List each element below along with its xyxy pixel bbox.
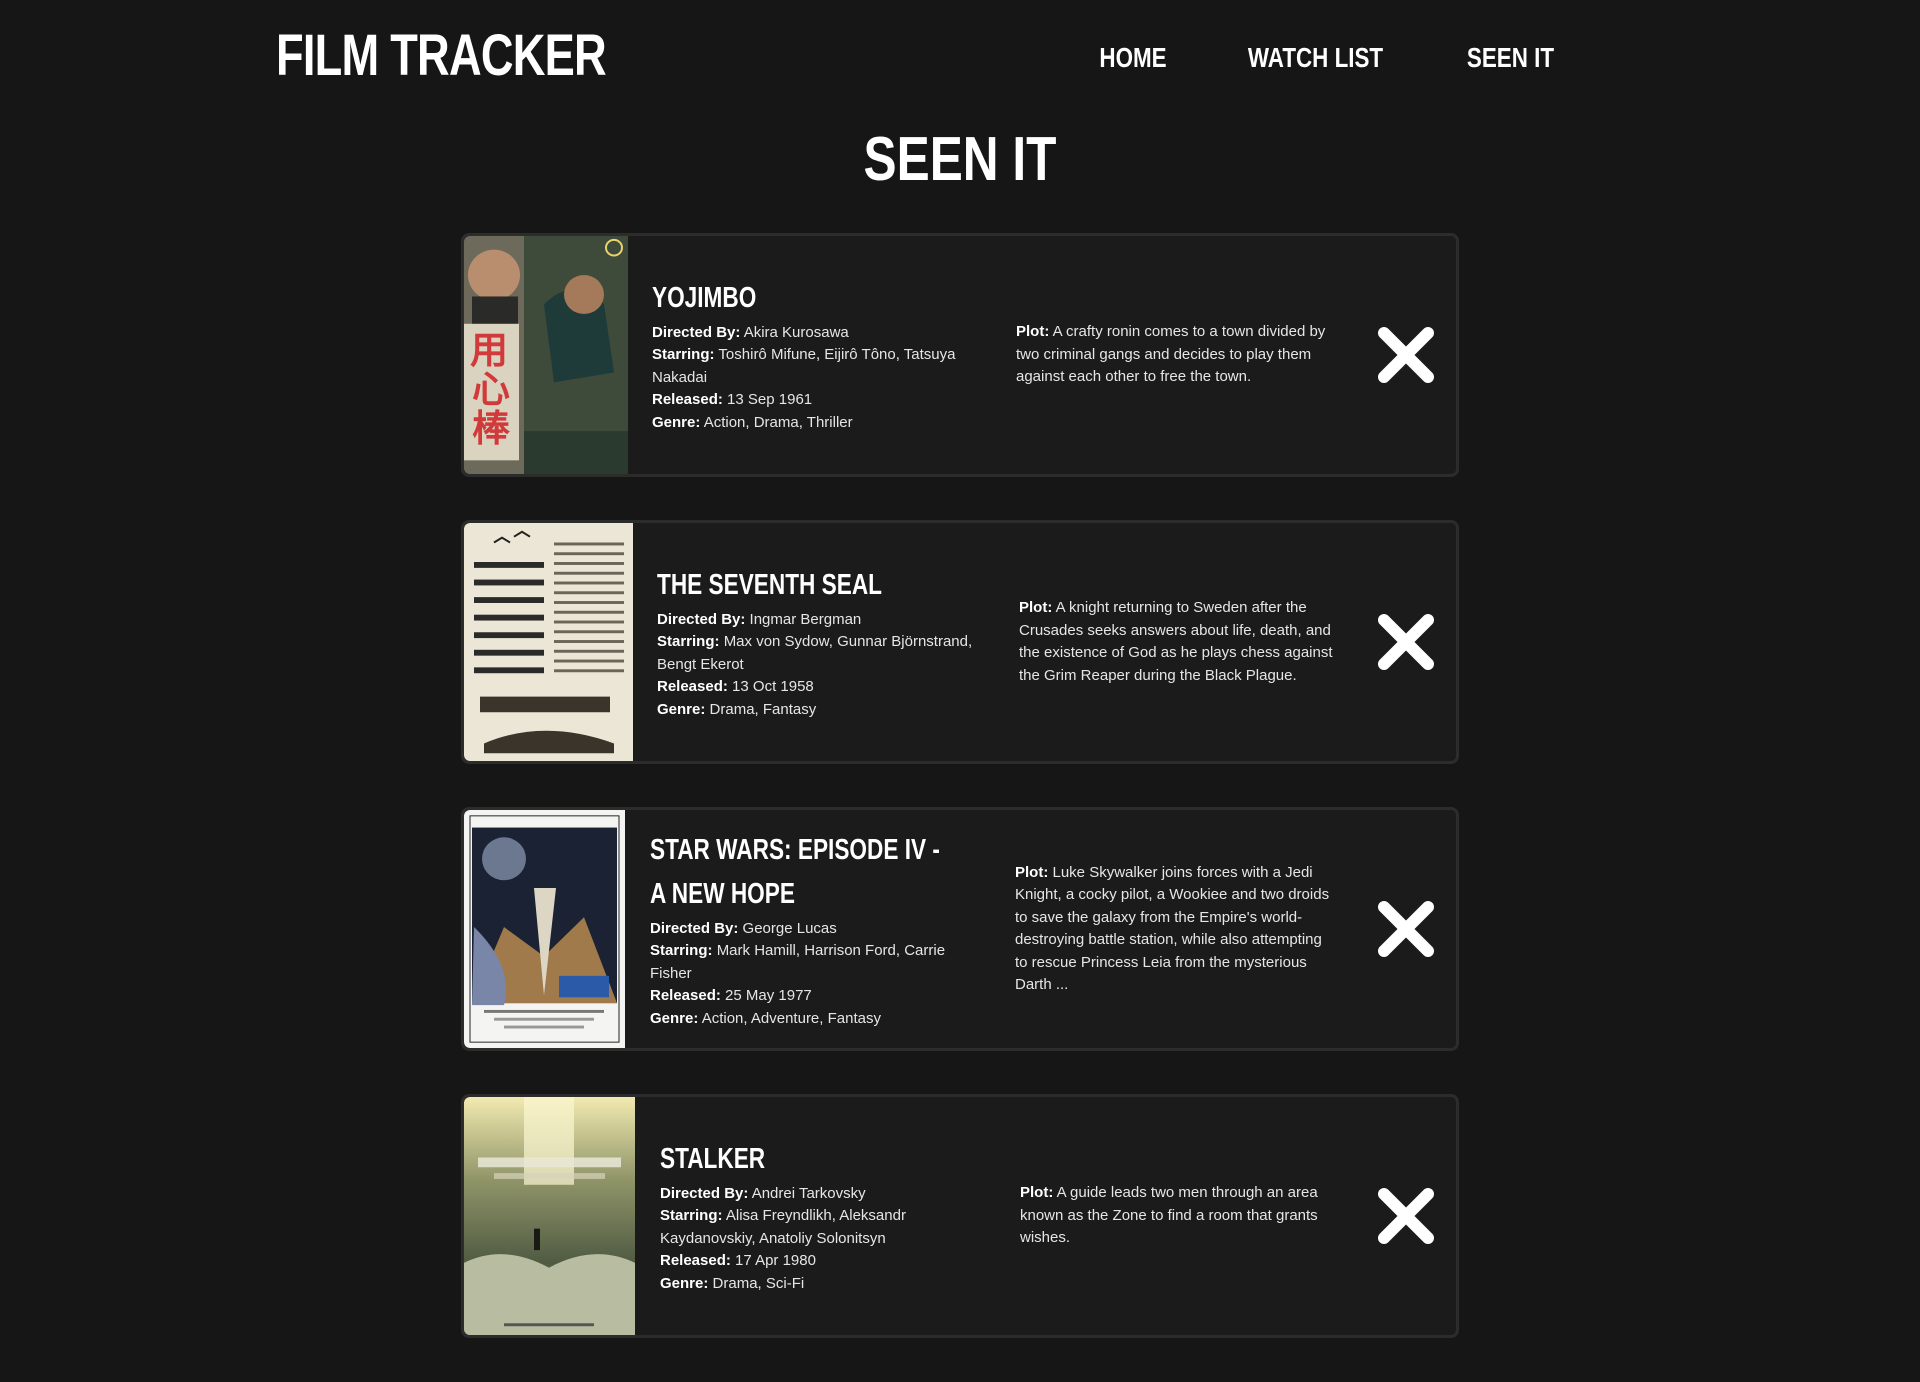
released-value: 13 Oct 1958 bbox=[732, 678, 814, 696]
close-icon bbox=[1378, 901, 1434, 957]
movie-title: STAR WARS: EPISODE IV - A NEW HOPE bbox=[650, 833, 940, 910]
plot-text: A guide leads two men through an area kn… bbox=[1020, 1184, 1318, 1247]
released-row: Released: 25 May 1977 bbox=[650, 987, 812, 1005]
released-value: 25 May 1977 bbox=[725, 987, 812, 1005]
nav-seen-it[interactable]: SEEN IT bbox=[1467, 42, 1554, 74]
movie-card: 用 心 棒 YOJIMBO Directed By: Akira Kurosaw… bbox=[461, 233, 1459, 477]
seen-list: 用 心 棒 YOJIMBO Directed By: Akira Kurosaw… bbox=[461, 233, 1459, 1338]
starring-row: Starring: Max von Sydow, Gunnar Björnstr… bbox=[657, 633, 973, 673]
director-value: Akira Kurosawa bbox=[743, 323, 849, 341]
svg-text:心: 心 bbox=[472, 367, 510, 410]
svg-text:用: 用 bbox=[470, 328, 508, 371]
director-row: Directed By: Ingmar Bergman bbox=[657, 610, 862, 628]
nav-watch-list[interactable]: WATCH LIST bbox=[1248, 42, 1383, 74]
movie-info: THE SEVENTH SEAL Directed By: Ingmar Ber… bbox=[657, 523, 977, 761]
movie-title: THE SEVENTH SEAL bbox=[657, 568, 882, 601]
remove-button[interactable] bbox=[1376, 612, 1436, 672]
nav-home[interactable]: HOME bbox=[1099, 42, 1166, 74]
svg-text:棒: 棒 bbox=[472, 406, 510, 449]
movie-info: YOJIMBO Directed By: Akira Kurosawa Star… bbox=[652, 236, 972, 474]
movie-title: YOJIMBO bbox=[652, 281, 757, 314]
director-row: Directed By: Akira Kurosawa bbox=[652, 323, 849, 341]
released-value: 17 Apr 1980 bbox=[735, 1252, 816, 1270]
director-value: George Lucas bbox=[742, 919, 837, 937]
director-value: Andrei Tarkovsky bbox=[751, 1184, 866, 1202]
movie-card: STALKER Directed By: Andrei Tarkovsky St… bbox=[461, 1094, 1459, 1338]
starring-row: Starring: Alisa Freyndlikh, Aleksandr Ka… bbox=[660, 1207, 906, 1247]
genre-value: Action, Adventure, Fantasy bbox=[701, 1009, 881, 1027]
released-row: Released: 13 Oct 1958 bbox=[657, 678, 814, 696]
remove-button[interactable] bbox=[1376, 899, 1436, 959]
page-title: SEEN IT bbox=[863, 125, 1057, 194]
genre-value: Drama, Fantasy bbox=[709, 700, 817, 718]
movie-poster bbox=[464, 1097, 635, 1335]
movie-plot: Plot: Luke Skywalker joins forces with a… bbox=[1015, 863, 1330, 994]
plot-text: A crafty ronin comes to a town divided b… bbox=[1016, 323, 1326, 386]
app-logo[interactable]: FILM TRACKER bbox=[276, 22, 607, 89]
plot-text: A knight returning to Sweden after the C… bbox=[1019, 599, 1333, 684]
main-nav: HOME WATCH LIST SEEN IT bbox=[1061, 42, 1565, 74]
close-icon bbox=[1378, 327, 1434, 383]
close-icon bbox=[1378, 614, 1434, 670]
released-value: 13 Sep 1961 bbox=[727, 391, 813, 409]
genre-row: Genre: Drama, Fantasy bbox=[657, 700, 817, 718]
released-row: Released: 13 Sep 1961 bbox=[652, 391, 813, 409]
genre-value: Action, Drama, Thriller bbox=[703, 413, 853, 431]
movie-card: THE SEVENTH SEAL Directed By: Ingmar Ber… bbox=[461, 520, 1459, 764]
director-value: Ingmar Bergman bbox=[749, 610, 862, 628]
genre-row: Genre: Action, Drama, Thriller bbox=[652, 413, 853, 431]
genre-value: Drama, Sci-Fi bbox=[712, 1274, 805, 1292]
movie-plot: Plot: A guide leads two men through an a… bbox=[1020, 1184, 1318, 1247]
movie-plot: Plot: A crafty ronin comes to a town div… bbox=[1016, 323, 1326, 386]
starring-row: Starring: Toshirô Mifune, Eijirô Tôno, T… bbox=[652, 346, 956, 386]
movie-plot: Plot: A knight returning to Sweden after… bbox=[1019, 599, 1333, 684]
released-row: Released: 17 Apr 1980 bbox=[660, 1252, 816, 1270]
director-row: Directed By: Andrei Tarkovsky bbox=[660, 1184, 866, 1202]
remove-button[interactable] bbox=[1376, 1186, 1436, 1246]
starring-row: Starring: Mark Hamill, Harrison Ford, Ca… bbox=[650, 942, 946, 982]
plot-text: Luke Skywalker joins forces with a Jedi … bbox=[1015, 863, 1330, 994]
movie-poster: 用 心 棒 bbox=[464, 236, 628, 474]
movie-poster bbox=[464, 523, 633, 761]
movie-poster bbox=[464, 810, 625, 1048]
close-icon bbox=[1378, 1188, 1434, 1244]
movie-title: STALKER bbox=[660, 1142, 766, 1175]
genre-row: Genre: Action, Adventure, Fantasy bbox=[650, 1009, 881, 1027]
movie-card: STAR WARS: EPISODE IV - A NEW HOPE Direc… bbox=[461, 807, 1459, 1051]
director-row: Directed By: George Lucas bbox=[650, 919, 837, 937]
remove-button[interactable] bbox=[1376, 325, 1436, 385]
movie-info: STALKER Directed By: Andrei Tarkovsky St… bbox=[660, 1097, 980, 1335]
movie-info: STAR WARS: EPISODE IV - A NEW HOPE Direc… bbox=[650, 810, 970, 1048]
genre-row: Genre: Drama, Sci-Fi bbox=[660, 1274, 805, 1292]
